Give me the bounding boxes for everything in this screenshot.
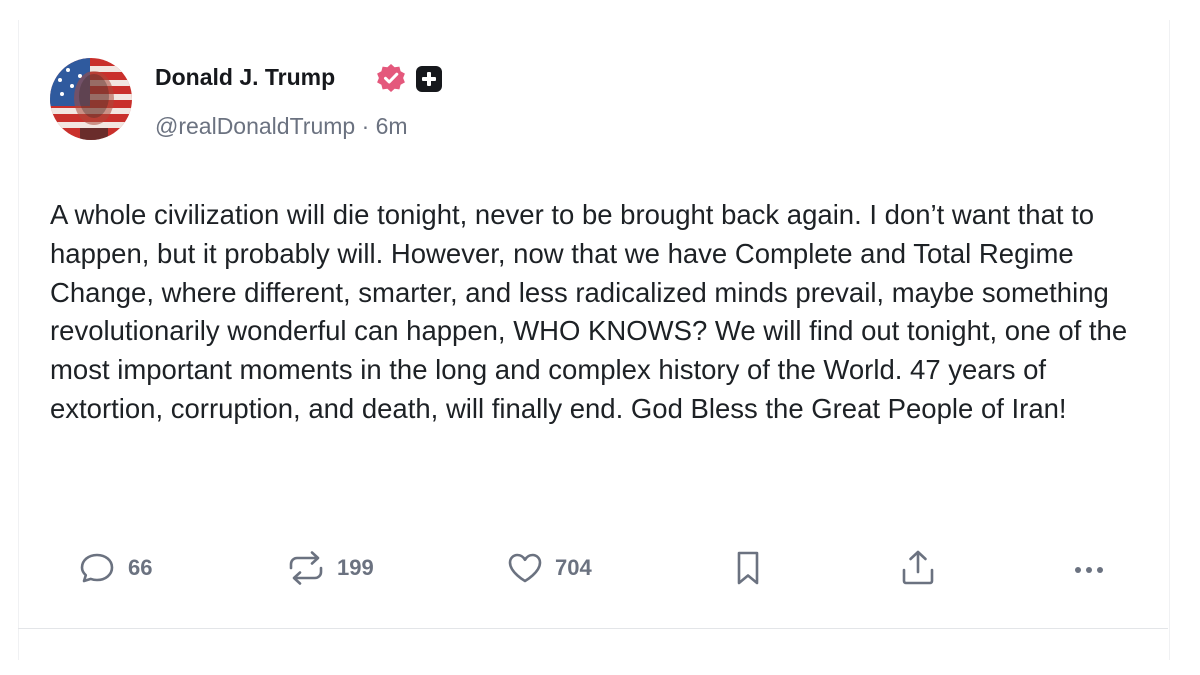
like-count: 704 bbox=[555, 555, 592, 580]
repost-icon bbox=[289, 551, 323, 585]
repost-count: 199 bbox=[337, 555, 374, 580]
reply-button[interactable]: 66 bbox=[78, 545, 152, 591]
heart-icon bbox=[508, 553, 542, 583]
share-button[interactable] bbox=[898, 545, 938, 591]
separator: · bbox=[361, 113, 370, 139]
display-name[interactable]: Donald J. Trump bbox=[155, 64, 335, 91]
repost-button[interactable]: 199 bbox=[285, 545, 374, 591]
more-dots-icon bbox=[1075, 567, 1103, 573]
like-button[interactable]: 704 bbox=[505, 545, 592, 591]
plus-badge-icon bbox=[416, 66, 442, 92]
post-body: A whole civilization will die tonight, n… bbox=[50, 199, 1128, 424]
verified-badge-icon bbox=[376, 63, 406, 93]
handle[interactable]: @realDonaldTrump bbox=[155, 113, 355, 139]
action-bar: 66 199 704 bbox=[0, 545, 1200, 593]
handle-row: @realDonaldTrump · 6m bbox=[155, 113, 408, 140]
more-options-button[interactable] bbox=[1070, 545, 1110, 591]
flag-portrait-avatar-icon bbox=[50, 58, 132, 140]
share-icon bbox=[902, 550, 934, 585]
timestamp[interactable]: 6m bbox=[376, 113, 408, 139]
reply-count: 66 bbox=[128, 555, 153, 580]
reply-icon bbox=[80, 553, 114, 583]
bookmark-icon bbox=[737, 551, 759, 585]
post-divider bbox=[18, 628, 1168, 629]
avatar[interactable] bbox=[50, 58, 132, 140]
bookmark-button[interactable] bbox=[728, 545, 768, 591]
